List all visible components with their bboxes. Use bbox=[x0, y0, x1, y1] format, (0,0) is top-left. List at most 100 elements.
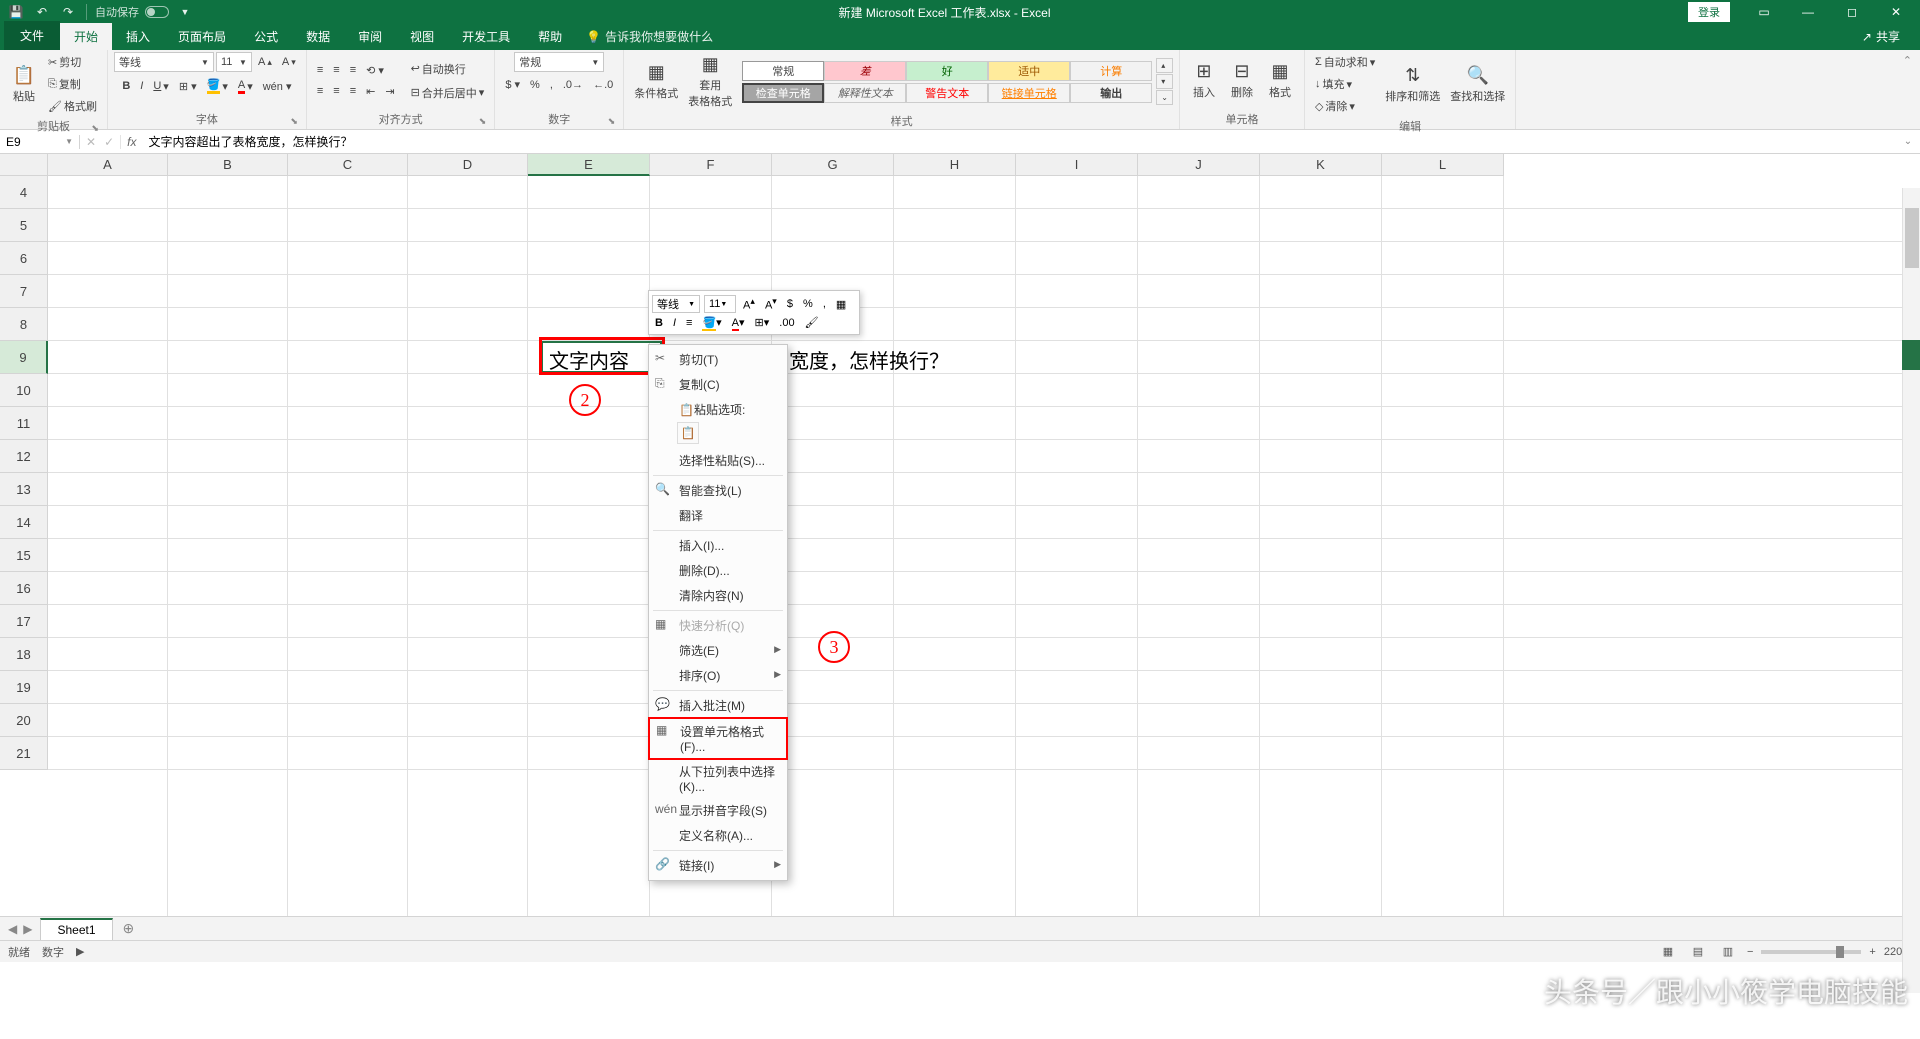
number-launcher[interactable]: ⬊ bbox=[608, 116, 616, 127]
font-color-button[interactable]: A ▾ bbox=[234, 77, 257, 96]
row-header-19[interactable]: 19 bbox=[0, 671, 48, 704]
find-select-button[interactable]: 🔍查找和选择 bbox=[1446, 63, 1509, 106]
style-check[interactable]: 检查单元格 bbox=[742, 83, 824, 103]
font-size-select[interactable]: 11▼ bbox=[216, 52, 252, 72]
phonetic-button[interactable]: wén ▾ bbox=[259, 78, 296, 95]
ctx-format-cells[interactable]: ▦设置单元格格式(F)... bbox=[648, 717, 788, 760]
row-header-21[interactable]: 21 bbox=[0, 737, 48, 770]
delete-cells-button[interactable]: ⊟删除 bbox=[1224, 59, 1260, 102]
percent-button[interactable]: % bbox=[526, 77, 544, 93]
inc-decimal-button[interactable]: .0→ bbox=[559, 77, 587, 93]
merge-center-button[interactable]: ⊟合并后居中 ▾ bbox=[407, 83, 489, 103]
cancel-formula-icon[interactable]: ✕ bbox=[86, 135, 96, 149]
close-icon[interactable]: ✕ bbox=[1876, 0, 1916, 24]
align-bottom-button[interactable]: ≡ bbox=[346, 62, 360, 78]
style-link[interactable]: 链接单元格 bbox=[988, 83, 1070, 103]
mini-font-color[interactable]: A▾ bbox=[729, 315, 748, 330]
align-top-button[interactable]: ≡ bbox=[313, 62, 327, 78]
align-middle-button[interactable]: ≡ bbox=[329, 62, 343, 78]
col-header-J[interactable]: J bbox=[1138, 154, 1260, 176]
select-all-corner[interactable] bbox=[0, 154, 48, 176]
mini-italic[interactable]: I bbox=[670, 316, 679, 330]
ctx-copy[interactable]: ⎘复制(C) bbox=[649, 372, 787, 397]
row-header-5[interactable]: 5 bbox=[0, 209, 48, 242]
add-sheet-button[interactable]: ⊕ bbox=[113, 920, 145, 937]
row-header-9[interactable]: 9 bbox=[0, 341, 48, 374]
style-normal[interactable]: 常规 bbox=[742, 61, 824, 81]
col-header-L[interactable]: L bbox=[1382, 154, 1504, 176]
align-launcher[interactable]: ⬊ bbox=[479, 116, 487, 127]
row-header-11[interactable]: 11 bbox=[0, 407, 48, 440]
cell-grid[interactable]: 文字内容 宽度，怎样换行？ 2 3 等线▼ 11▼ A▴ A▾ $ % , ▦ … bbox=[48, 176, 1920, 916]
col-header-D[interactable]: D bbox=[408, 154, 528, 176]
mini-format-painter[interactable]: 🖌 bbox=[802, 315, 822, 330]
mini-decimals[interactable]: .00 bbox=[776, 316, 797, 330]
tab-data[interactable]: 数据 bbox=[292, 23, 344, 50]
tab-help[interactable]: 帮助 bbox=[524, 23, 576, 50]
tab-layout[interactable]: 页面布局 bbox=[164, 23, 240, 50]
ctx-translate[interactable]: 翻译 bbox=[649, 503, 787, 528]
ctx-link[interactable]: 🔗链接(I)▶ bbox=[649, 853, 787, 878]
row-header-12[interactable]: 12 bbox=[0, 440, 48, 473]
view-page-layout-button[interactable]: ▤ bbox=[1687, 943, 1709, 961]
ctx-sort[interactable]: 排序(O)▶ bbox=[649, 663, 787, 688]
ctx-define-name[interactable]: 定义名称(A)... bbox=[649, 823, 787, 848]
tab-home[interactable]: 开始 bbox=[60, 23, 112, 50]
style-explan[interactable]: 解释性文本 bbox=[824, 83, 906, 103]
style-calc[interactable]: 计算 bbox=[1070, 61, 1152, 81]
row-header-16[interactable]: 16 bbox=[0, 572, 48, 605]
ctx-show-pinyin[interactable]: wén显示拼音字段(S) bbox=[649, 798, 787, 823]
sheet-nav-next[interactable]: ▶ bbox=[23, 922, 32, 936]
mini-comma[interactable]: , bbox=[820, 297, 829, 311]
collapse-ribbon-icon[interactable]: ⌃ bbox=[1895, 50, 1920, 129]
wrap-text-button[interactable]: ↩自动换行 bbox=[407, 59, 489, 79]
grow-font-button[interactable]: A▴ bbox=[254, 54, 276, 70]
row-header-7[interactable]: 7 bbox=[0, 275, 48, 308]
ribbon-options-icon[interactable]: ▭ bbox=[1744, 0, 1784, 24]
orientation-button[interactable]: ⟲ ▾ bbox=[362, 62, 388, 79]
underline-button[interactable]: U ▾ bbox=[149, 78, 172, 95]
mini-cond-format[interactable]: ▦ bbox=[833, 297, 849, 312]
style-good[interactable]: 好 bbox=[906, 61, 988, 81]
fill-color-button[interactable]: 🪣 ▾ bbox=[203, 76, 232, 96]
styles-scroll-down[interactable]: ▾ bbox=[1156, 74, 1173, 89]
tab-dev[interactable]: 开发工具 bbox=[448, 23, 524, 50]
sheet-tab-1[interactable]: Sheet1 bbox=[40, 918, 112, 940]
mini-font-size[interactable]: 11▼ bbox=[704, 295, 736, 313]
tab-review[interactable]: 审阅 bbox=[344, 23, 396, 50]
bold-button[interactable]: B bbox=[118, 78, 134, 94]
ctx-pick-from-list[interactable]: 从下拉列表中选择(K)... bbox=[649, 759, 787, 798]
ctx-insert[interactable]: 插入(I)... bbox=[649, 533, 787, 558]
fx-icon[interactable]: fx bbox=[121, 135, 142, 149]
ctx-smart-lookup[interactable]: 🔍智能查找(L) bbox=[649, 478, 787, 503]
mini-font-name[interactable]: 等线▼ bbox=[652, 295, 700, 313]
mini-border[interactable]: ⊞▾ bbox=[752, 315, 773, 330]
mini-bold[interactable]: B bbox=[652, 316, 666, 330]
mini-percent[interactable]: % bbox=[800, 297, 816, 311]
tab-view[interactable]: 视图 bbox=[396, 23, 448, 50]
shrink-font-button[interactable]: A▾ bbox=[278, 54, 300, 70]
ctx-paste-special[interactable]: 选择性粘贴(S)... bbox=[649, 448, 787, 473]
ctx-insert-comment[interactable]: 💬插入批注(M) bbox=[649, 693, 787, 718]
font-name-select[interactable]: 等线▼ bbox=[114, 52, 214, 72]
col-header-K[interactable]: K bbox=[1260, 154, 1382, 176]
tab-formulas[interactable]: 公式 bbox=[240, 23, 292, 50]
indent-dec-button[interactable]: ⇤ bbox=[362, 83, 379, 100]
currency-button[interactable]: $ ▾ bbox=[501, 76, 524, 93]
mini-fill-color[interactable]: 🪣▾ bbox=[699, 315, 724, 330]
row-header-4[interactable]: 4 bbox=[0, 176, 48, 209]
align-right-button[interactable]: ≡ bbox=[346, 83, 360, 99]
tell-me-search[interactable]: 💡 告诉我你想要做什么 bbox=[586, 23, 713, 50]
insert-cells-button[interactable]: ⊞插入 bbox=[1186, 59, 1222, 102]
conditional-format-button[interactable]: ▦条件格式 bbox=[630, 60, 682, 103]
col-header-H[interactable]: H bbox=[894, 154, 1016, 176]
col-header-C[interactable]: C bbox=[288, 154, 408, 176]
style-output[interactable]: 输出 bbox=[1070, 83, 1152, 103]
view-page-break-button[interactable]: ▥ bbox=[1717, 943, 1739, 961]
format-as-table-button[interactable]: ▦套用 表格格式 bbox=[684, 52, 736, 111]
col-header-F[interactable]: F bbox=[650, 154, 772, 176]
row-header-20[interactable]: 20 bbox=[0, 704, 48, 737]
maximize-icon[interactable]: ◻ bbox=[1832, 0, 1872, 24]
col-header-I[interactable]: I bbox=[1016, 154, 1138, 176]
row-header-13[interactable]: 13 bbox=[0, 473, 48, 506]
